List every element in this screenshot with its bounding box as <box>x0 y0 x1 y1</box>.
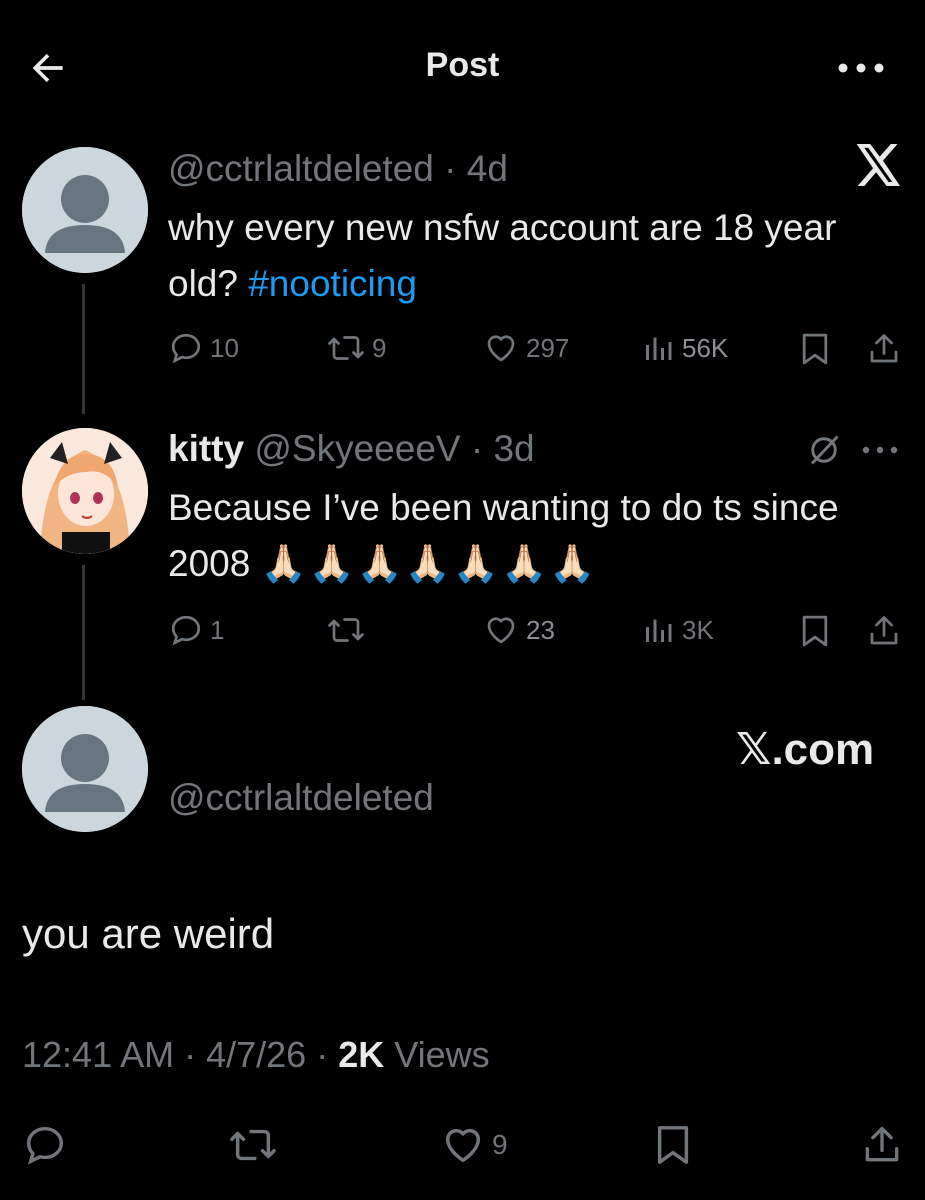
reply-button[interactable]: 1 <box>168 612 224 648</box>
repost-button[interactable]: 9 <box>326 330 386 366</box>
avatar[interactable] <box>22 428 148 554</box>
thread-connector <box>82 565 85 700</box>
user-handle[interactable]: @SkyeeeeV <box>254 428 460 469</box>
heart-icon <box>445 1128 481 1163</box>
analytics-icon <box>646 619 672 642</box>
tweet-text: why every new nsfw account are 18 year o… <box>168 200 868 312</box>
heart-icon <box>487 335 515 362</box>
user-handle[interactable]: @cctrlaltdeleted <box>168 777 434 819</box>
default-avatar-icon <box>22 147 148 273</box>
post-text: you are weird <box>22 910 275 957</box>
tweet-more-button[interactable] <box>860 440 900 465</box>
tweet-time[interactable]: 3d <box>493 428 534 469</box>
anime-avatar-image <box>22 428 148 554</box>
avatar[interactable] <box>22 147 148 273</box>
reply-count: 1 <box>210 614 225 645</box>
share-button[interactable] <box>866 330 902 368</box>
like-button[interactable]: 23 <box>482 612 555 648</box>
tweet-text: Because I’ve been wanting to do ts since… <box>168 480 868 592</box>
page-title: Post <box>425 46 500 84</box>
repost-count: 9 <box>372 332 387 363</box>
views-button[interactable]: 3K <box>640 612 714 648</box>
reply-icon <box>171 615 201 646</box>
post-meta: 12:41 AM · 4/7/26 · 2K Views <box>22 1034 490 1075</box>
avatar[interactable] <box>22 706 148 832</box>
like-button[interactable]: 297 <box>482 330 569 366</box>
repost-button[interactable] <box>228 1122 278 1168</box>
repost-button[interactable] <box>326 612 372 648</box>
bookmark-button[interactable] <box>798 612 832 650</box>
bookmark-icon <box>802 333 828 365</box>
views-button[interactable]: 56K <box>640 330 728 366</box>
heart-icon <box>487 617 515 644</box>
tweet-1-handle-line: @cctrlaltdeleted · 4d <box>168 148 508 189</box>
share-button[interactable] <box>866 612 902 650</box>
bookmark-button[interactable] <box>798 330 832 368</box>
analytics-icon <box>646 337 672 360</box>
bookmark-button[interactable] <box>652 1120 694 1170</box>
repost-icon <box>328 336 364 360</box>
views-count: 3K <box>682 614 714 645</box>
hashtag-link[interactable]: #nooticing <box>248 263 417 304</box>
reply-icon <box>26 1126 64 1165</box>
like-count: 23 <box>526 614 555 645</box>
post-date[interactable]: 4/7/26 <box>206 1034 306 1075</box>
share-button[interactable] <box>860 1120 904 1170</box>
default-avatar-icon <box>22 706 148 832</box>
repost-icon <box>230 1129 276 1161</box>
display-name[interactable]: kitty <box>168 428 244 469</box>
like-count: 9 <box>492 1129 508 1160</box>
views-label: Views <box>394 1034 490 1075</box>
x-com-watermark: 𝕏.com <box>736 725 875 774</box>
post-time[interactable]: 12:41 AM <box>22 1034 174 1075</box>
like-count: 297 <box>526 332 570 363</box>
thread-connector <box>82 284 85 414</box>
more-horizontal-icon <box>838 63 884 73</box>
bookmark-icon <box>657 1126 689 1164</box>
grok-button[interactable] <box>806 432 842 473</box>
reply-button[interactable]: 10 <box>168 330 239 366</box>
views-count: 56K <box>682 332 729 363</box>
tweet-time[interactable]: 4d <box>467 148 508 189</box>
reply-button[interactable] <box>22 1122 68 1168</box>
repost-icon <box>328 618 364 642</box>
views-count: 2K <box>338 1034 385 1075</box>
x-logo-button[interactable] <box>856 144 902 191</box>
x-logo-icon <box>856 144 900 186</box>
reply-count: 10 <box>210 332 239 363</box>
share-icon <box>870 334 898 363</box>
like-button[interactable]: 9 <box>440 1122 508 1168</box>
grok-icon <box>810 435 839 465</box>
user-handle[interactable]: @cctrlaltdeleted <box>168 148 434 189</box>
share-icon <box>865 1126 899 1162</box>
tweet-2-handle-line: kitty @SkyeeeeV · 3d <box>168 428 535 469</box>
more-options-button[interactable] <box>836 56 886 80</box>
reply-icon <box>171 333 201 364</box>
emoji-string: 🙏🏻🙏🏻🙏🏻🙏🏻🙏🏻🙏🏻🙏🏻 <box>260 543 598 584</box>
bookmark-icon <box>802 615 828 647</box>
more-horizontal-icon <box>862 446 898 454</box>
share-icon <box>870 616 898 645</box>
